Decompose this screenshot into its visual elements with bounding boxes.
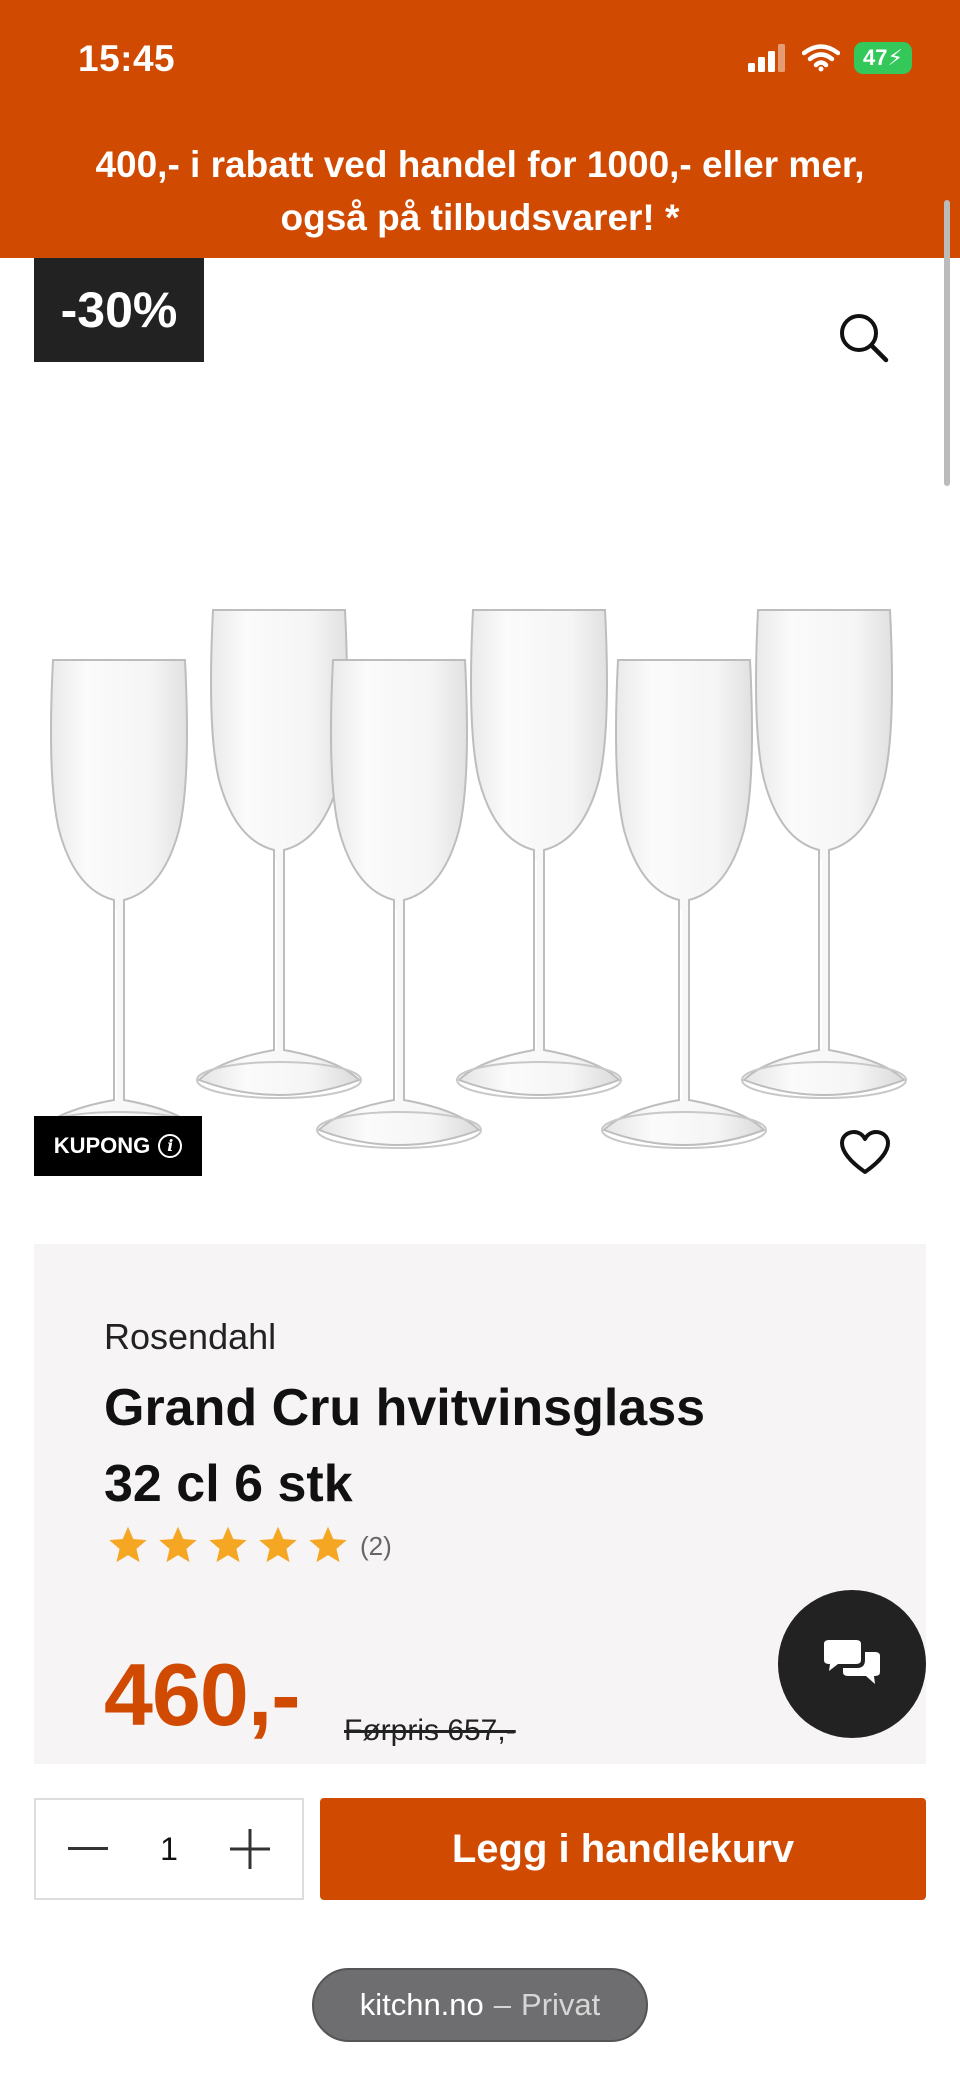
product-title-line-1: Grand Cru hvitvinsglass xyxy=(104,1379,706,1437)
status-time: 15:45 xyxy=(78,38,176,79)
product-title: Grand Cru hvitvinsglass 32 cl 6 stk xyxy=(104,1370,804,1522)
product-title-line-2: 32 cl 6 stk xyxy=(104,1455,353,1513)
wifi-icon xyxy=(802,44,840,72)
search-button[interactable] xyxy=(836,310,892,366)
url-domain: kitchn.no xyxy=(359,1987,484,2022)
add-to-cart-button[interactable]: Legg i handlekurv xyxy=(320,1798,926,1900)
wine-glasses-image xyxy=(36,609,907,1149)
quantity-stepper: 1 xyxy=(34,1798,304,1900)
coupon-badge[interactable]: KUPONG i xyxy=(34,1116,202,1176)
product-image[interactable] xyxy=(34,590,934,1150)
url-bar[interactable]: kitchn.no – Privat xyxy=(312,1968,648,2042)
review-count: (2) xyxy=(360,1530,392,1561)
star-icon xyxy=(259,1526,297,1563)
star-icon xyxy=(309,1526,347,1563)
minus-icon xyxy=(68,1847,108,1850)
heart-icon xyxy=(840,1130,890,1174)
signal-icon xyxy=(748,44,785,72)
search-icon xyxy=(840,314,889,363)
promo-text[interactable]: 400,- i rabatt ved handel for 1000,- ell… xyxy=(0,138,960,244)
coupon-label: KUPONG xyxy=(53,1133,151,1158)
promo-line-2: også på tilbudsvarer! * xyxy=(280,197,680,238)
old-price: Førpris 657,- xyxy=(344,1714,516,1747)
product-page: 15:45 47 ⚡ 400,- i rabatt ved handel for … xyxy=(0,0,960,2078)
url-separator: – xyxy=(493,1987,512,2022)
product-price: 460,- xyxy=(104,1645,301,1744)
chat-button[interactable] xyxy=(778,1590,926,1738)
product-brand[interactable]: Rosendahl xyxy=(104,1316,276,1358)
scrollbar[interactable] xyxy=(944,200,950,486)
star-icon xyxy=(109,1526,147,1563)
info-icon: i xyxy=(158,1134,183,1158)
promo-banner: 15:45 47 ⚡ 400,- i rabatt ved handel for … xyxy=(0,0,960,258)
battery-level: 47 xyxy=(863,45,888,70)
decrease-quantity-button[interactable] xyxy=(66,1827,110,1871)
quantity-value[interactable]: 1 xyxy=(160,1831,178,1868)
battery-icon: 47 ⚡ xyxy=(854,42,912,74)
promo-line-1: 400,- i rabatt ved handel for 1000,- ell… xyxy=(95,144,865,185)
star-icon xyxy=(209,1526,247,1563)
star-icon xyxy=(159,1526,197,1563)
plus-icon xyxy=(229,1829,270,1869)
product-rating[interactable]: (2) xyxy=(106,1524,392,1568)
discount-badge: -30% xyxy=(34,258,204,362)
increase-quantity-button[interactable] xyxy=(228,1827,272,1871)
url-mode: Privat xyxy=(521,1987,601,2022)
status-icons: 47 ⚡ xyxy=(748,42,912,74)
favorite-button[interactable] xyxy=(840,1130,890,1176)
chat-icon xyxy=(824,1640,880,1684)
